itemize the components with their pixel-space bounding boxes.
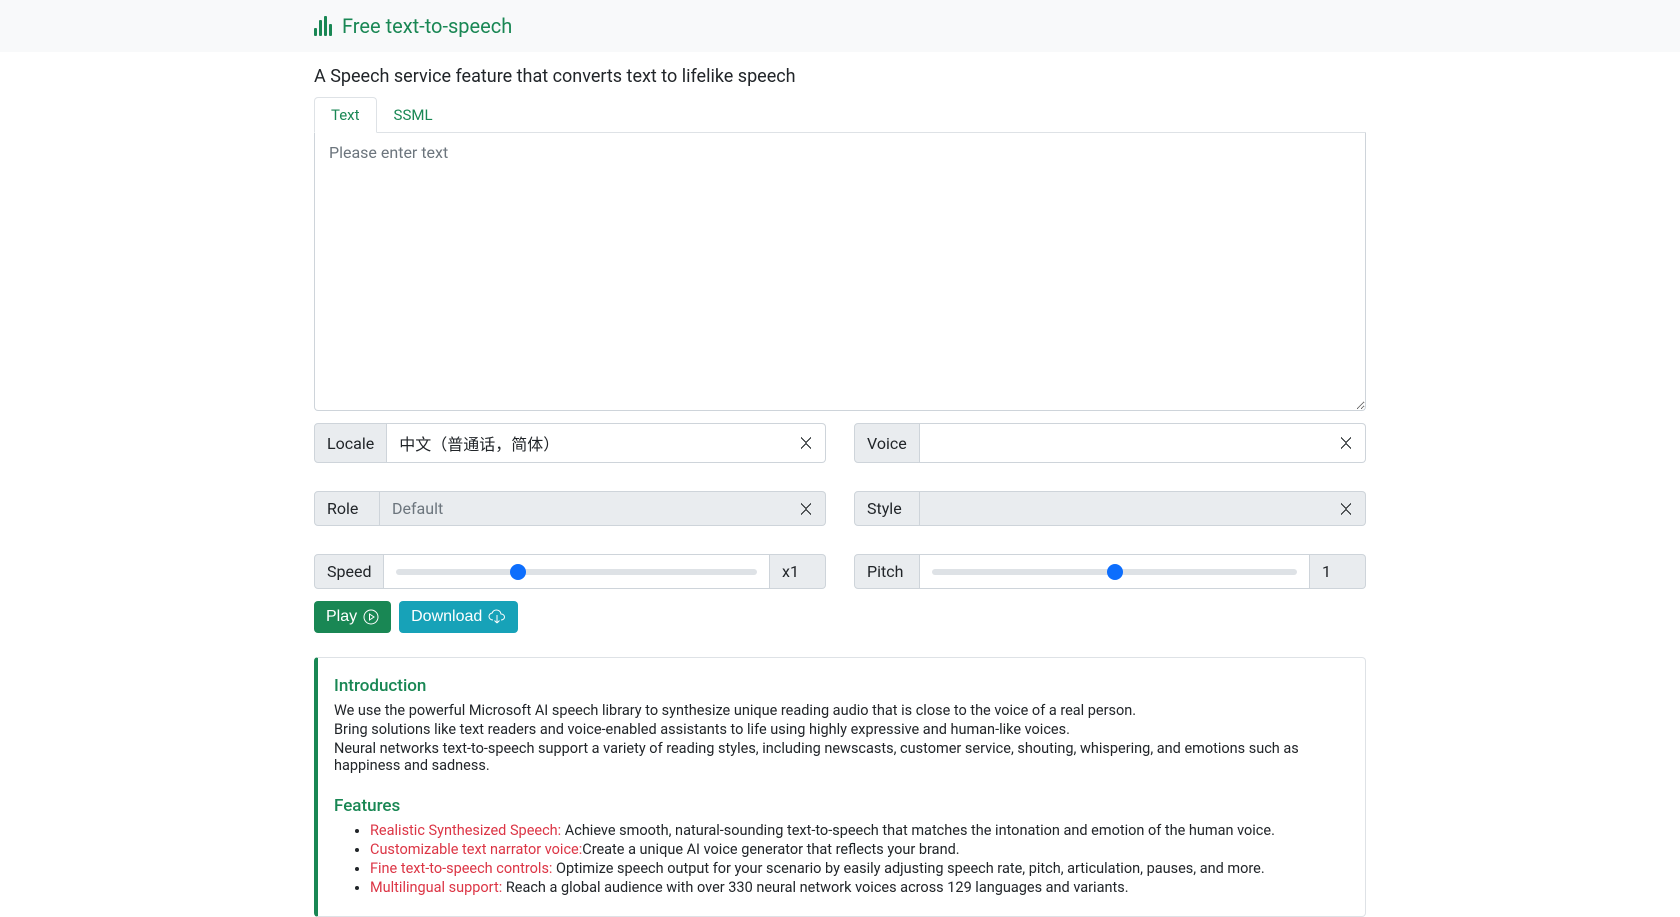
role-select[interactable]: Default	[380, 491, 826, 526]
brand-title: Free text-to-speech	[342, 14, 512, 38]
tab-text[interactable]: Text	[314, 97, 377, 133]
download-button-label: Download	[411, 608, 482, 626]
locale-value: 中文（普通话，简体）	[399, 431, 559, 455]
role-label: Role	[314, 491, 380, 526]
voice-label: Voice	[854, 423, 920, 463]
locale-label: Locale	[314, 423, 387, 463]
speed-slider[interactable]	[396, 569, 757, 575]
speed-display: x1	[770, 554, 826, 589]
feature-label: Fine text-to-speech controls:	[370, 860, 552, 877]
style-label: Style	[854, 491, 920, 526]
feature-text: Reach a global audience with over 330 ne…	[502, 879, 1128, 896]
feature-text: Create a unique AI voice generator that …	[582, 841, 959, 858]
pitch-label: Pitch	[854, 554, 920, 589]
speed-group: Speed x1	[314, 554, 826, 589]
tab-ssml[interactable]: SSML	[377, 97, 450, 133]
feature-text: Optimize speech output for your scenario…	[552, 860, 1264, 877]
intro-paragraph-1: We use the powerful Microsoft AI speech …	[334, 702, 1347, 719]
intro-paragraph-2: Bring solutions like text readers and vo…	[334, 721, 1347, 738]
features-heading: Features	[334, 796, 1347, 816]
locale-group: Locale 中文（普通话，简体）	[314, 423, 826, 463]
role-group: Role Default	[314, 491, 826, 526]
play-button[interactable]: Play	[314, 601, 391, 633]
intro-heading: Introduction	[334, 676, 1347, 696]
list-item: Realistic Synthesized Speech: Achieve sm…	[370, 822, 1347, 839]
locale-select[interactable]: 中文（普通话，简体）	[387, 423, 826, 463]
pitch-display: 1	[1310, 554, 1366, 589]
speed-label: Speed	[314, 554, 384, 589]
features-list: Realistic Synthesized Speech: Achieve sm…	[334, 822, 1347, 896]
brand[interactable]: Free text-to-speech	[314, 14, 1366, 38]
voice-select[interactable]	[920, 423, 1366, 463]
list-item: Customizable text narrator voice:Create …	[370, 841, 1347, 858]
page-subtitle: A Speech service feature that converts t…	[314, 66, 1366, 87]
info-card: Introduction We use the powerful Microso…	[314, 657, 1366, 917]
cloud-download-icon	[488, 609, 506, 625]
style-group: Style	[854, 491, 1366, 526]
input-mode-tabs: Text SSML	[314, 97, 1366, 133]
list-item: Fine text-to-speech controls: Optimize s…	[370, 860, 1347, 877]
download-button[interactable]: Download	[399, 601, 518, 633]
audio-bars-icon	[314, 16, 332, 36]
play-circle-icon	[363, 609, 379, 625]
pitch-slider[interactable]	[932, 569, 1297, 575]
feature-label: Multilingual support:	[370, 879, 502, 896]
feature-label: Customizable text narrator voice:	[370, 841, 582, 858]
feature-label: Realistic Synthesized Speech:	[370, 822, 561, 839]
intro-paragraph-3: Neural networks text-to-speech support a…	[334, 740, 1347, 774]
voice-group: Voice	[854, 423, 1366, 463]
play-button-label: Play	[326, 608, 357, 626]
list-item: Multilingual support: Reach a global aud…	[370, 879, 1347, 896]
pitch-group: Pitch 1	[854, 554, 1366, 589]
role-value: Default	[392, 499, 443, 518]
text-input[interactable]	[314, 133, 1366, 411]
style-select[interactable]	[920, 491, 1366, 526]
feature-text: Achieve smooth, natural-sounding text-to…	[561, 822, 1275, 839]
